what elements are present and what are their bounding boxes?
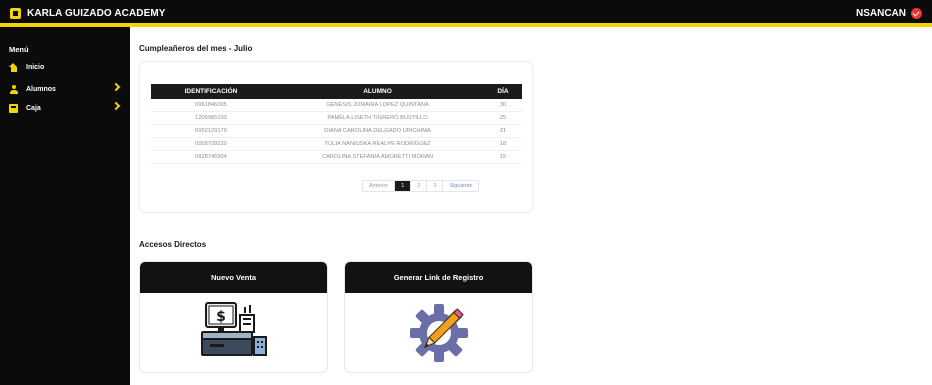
- table-row: 0958729220 YULIA NANIUSKA REALPE RODRÍGU…: [151, 138, 522, 151]
- shortcuts-title: Accesos Directos: [139, 240, 207, 249]
- birthdays-card: IDENTIFICACIÓN ALUMNO DÍA 0961846095 GEN…: [139, 61, 533, 213]
- cell-identificacion: 1205985193: [195, 115, 227, 121]
- cell-alumno: PAMELA LISETH TIGRERO BUSTILLO: [327, 115, 428, 121]
- cell-dia: 25: [499, 115, 507, 121]
- brand[interactable]: KARLA GUIZADO ACADEMY: [10, 8, 166, 19]
- pagination-page-3[interactable]: 3: [427, 181, 444, 191]
- home-icon: [9, 62, 18, 72]
- shortcut-card-title: Nuevo Venta: [140, 262, 327, 293]
- sidebar-item-label: Alumnos: [26, 85, 56, 93]
- pagination-page-1[interactable]: 1: [395, 181, 412, 191]
- pagination: Anterior 1 2 3 Siguiente: [362, 180, 480, 192]
- pagination-next-button[interactable]: Siguiente: [443, 181, 478, 191]
- column-header-dia[interactable]: DÍA: [484, 88, 522, 95]
- cell-dia: 30: [499, 102, 507, 108]
- shortcut-card-generar-link[interactable]: Generar Link de Registro: [344, 261, 533, 373]
- cell-dia: 21: [499, 128, 507, 134]
- column-header-alumno[interactable]: ALUMNO: [271, 88, 484, 95]
- cash-register-icon: $: [201, 302, 267, 356]
- cell-dia: 15: [499, 154, 507, 160]
- cell-alumno: CAROLINA STEFANIA AMORETTI MORÁN: [322, 154, 433, 160]
- cell-alumno: YULIA NANIUSKA REALPE RODRÍGUEZ: [324, 141, 431, 147]
- sidebar-item-label: Caja: [26, 104, 41, 112]
- birthdays-table: IDENTIFICACIÓN ALUMNO DÍA 0961846095 GEN…: [151, 84, 522, 164]
- chevron-right-icon: [111, 101, 121, 111]
- sidebar-item-alumnos[interactable]: Alumnos: [9, 82, 121, 96]
- birthdays-title: Cumpleañeros del mes - Julio: [139, 44, 253, 53]
- gear-pencil-icon: [410, 304, 468, 362]
- shortcut-card-nueva-venta[interactable]: Nuevo Venta $: [139, 261, 328, 373]
- svg-text:$: $: [216, 309, 226, 325]
- brand-name: KARLA GUIZADO ACADEMY: [27, 8, 166, 19]
- cell-identificacion: 0928746904: [195, 154, 227, 160]
- table-header: IDENTIFICACIÓN ALUMNO DÍA: [151, 84, 522, 99]
- sidebar: Menú Inicio Alumnos Caja: [0, 27, 130, 385]
- table-row: 0928746904 CAROLINA STEFANIA AMORETTI MO…: [151, 151, 522, 164]
- cell-identificacion: 0952129179: [195, 128, 227, 134]
- table-row: 0952129179 DIANA CAROLINA DELGADO URICHI…: [151, 125, 522, 138]
- sidebar-item-label: Inicio: [26, 63, 45, 71]
- cell-dia: 18: [499, 141, 507, 147]
- user-name: NSANCAN: [856, 8, 906, 19]
- cell-alumno: GENESIS JOMAIRA LOPEZ QUINTANA: [326, 102, 429, 108]
- table-row: 1205985193 PAMELA LISETH TIGRERO BUSTILL…: [151, 112, 522, 125]
- sidebar-item-caja[interactable]: Caja: [9, 101, 121, 115]
- chevron-right-icon: [111, 82, 121, 92]
- pagination-page-2[interactable]: 2: [411, 181, 428, 191]
- table-row: 0961846095 GENESIS JOMAIRA LOPEZ QUINTAN…: [151, 99, 522, 112]
- cell-identificacion: 0958729220: [195, 141, 227, 147]
- brand-logo-icon: [10, 8, 21, 19]
- cash-box-icon: [9, 103, 18, 113]
- shortcut-card-title: Generar Link de Registro: [345, 262, 532, 293]
- pagination-prev-button[interactable]: Anterior: [363, 181, 396, 191]
- cell-identificacion: 0961846095: [195, 102, 227, 108]
- column-header-identificacion[interactable]: IDENTIFICACIÓN: [151, 88, 271, 95]
- cell-alumno: DIANA CAROLINA DELGADO URICHIMA: [324, 128, 431, 134]
- sidebar-item-inicio[interactable]: Inicio: [9, 60, 121, 74]
- user-icon: [9, 84, 18, 94]
- sidebar-title: Menú: [9, 45, 29, 54]
- user-dropdown-icon[interactable]: [911, 8, 922, 19]
- user-menu[interactable]: NSANCAN: [856, 8, 922, 19]
- top-bar: KARLA GUIZADO ACADEMY NSANCAN: [0, 0, 932, 27]
